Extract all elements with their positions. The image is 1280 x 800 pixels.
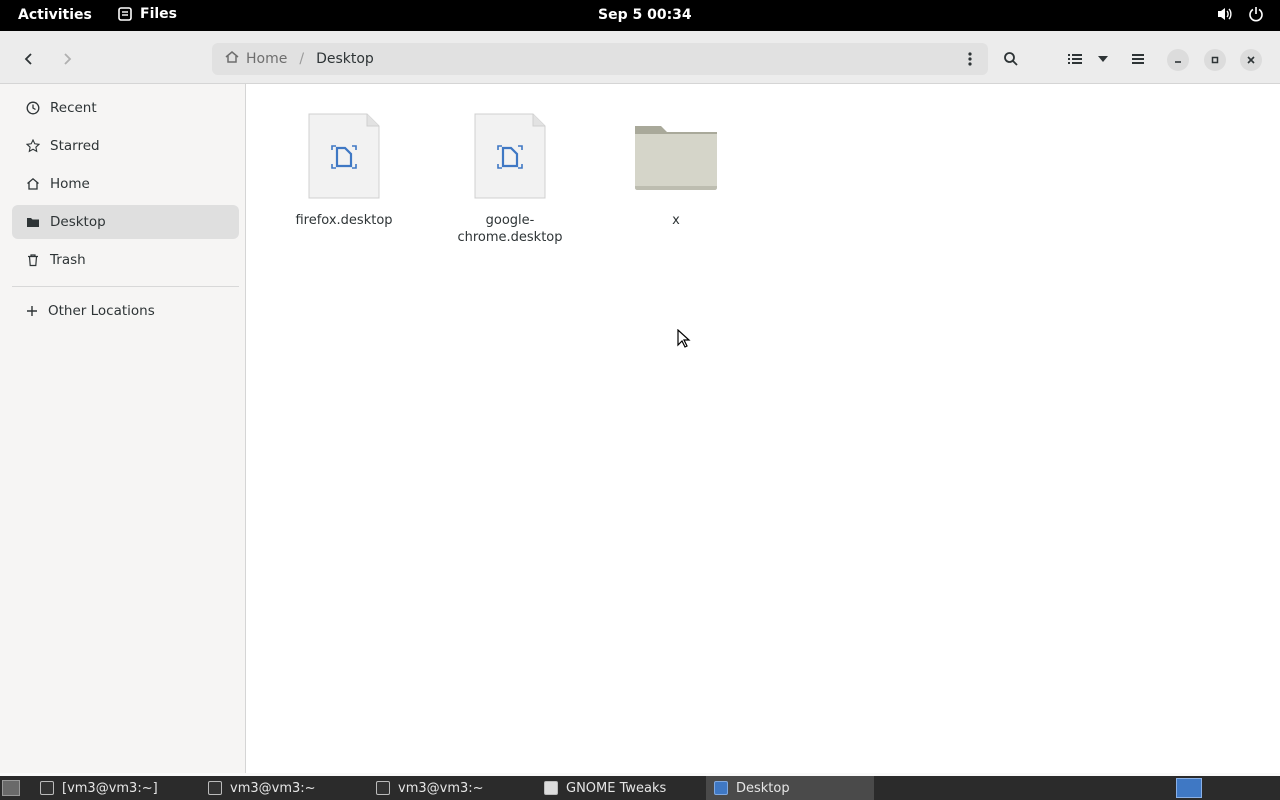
home-icon xyxy=(27,177,39,190)
minimize-button[interactable] xyxy=(1167,49,1189,71)
workspace-indicator[interactable] xyxy=(1176,778,1202,798)
terminal-icon xyxy=(40,781,54,795)
clock[interactable]: Sep 5 00:34 xyxy=(598,7,692,23)
list-view-icon xyxy=(1068,54,1082,64)
sidebar-item-trash[interactable]: Trash xyxy=(12,243,239,277)
path-bar: Home / Desktop xyxy=(212,43,988,75)
search-button[interactable] xyxy=(996,44,1026,74)
sidebar-item-desktop[interactable]: Desktop xyxy=(12,205,239,239)
terminal-icon xyxy=(376,781,390,795)
files-app-icon xyxy=(118,7,132,21)
files-icon xyxy=(714,781,728,795)
sidebar-item-home[interactable]: Home xyxy=(12,167,239,201)
taskbar-item[interactable]: vm3@vm3:~ xyxy=(200,776,360,800)
sidebar-item-label: Desktop xyxy=(50,214,106,230)
file-name: firefox.desktop xyxy=(295,213,393,228)
maximize-button[interactable] xyxy=(1204,49,1226,71)
sidebar-item-recent[interactable]: Recent xyxy=(12,91,239,125)
breadcrumb-desktop[interactable]: Desktop xyxy=(304,43,386,75)
breadcrumb-label: Desktop xyxy=(316,51,374,67)
top-bar: Activities Files Sep 5 00:34 xyxy=(0,0,1280,31)
show-desktop-icon[interactable] xyxy=(2,780,20,796)
sidebar-item-label: Starred xyxy=(50,138,100,154)
search-icon xyxy=(1004,52,1018,66)
desktop-file-icon xyxy=(308,113,380,199)
path-menu-button[interactable] xyxy=(960,49,980,69)
caret-down-icon xyxy=(1098,56,1108,62)
file-item[interactable]: firefox.desktop xyxy=(279,112,409,229)
view-list-button[interactable] xyxy=(1062,44,1088,74)
taskbar-item-active[interactable]: Desktop xyxy=(706,776,874,800)
app-menu[interactable]: Files xyxy=(118,6,177,22)
folder-item[interactable]: x xyxy=(611,112,741,229)
star-icon xyxy=(26,139,40,153)
files-window: Home / Desktop Recent Starred Home Deskt… xyxy=(0,31,1280,773)
taskbar-item-label: Desktop xyxy=(736,780,790,796)
trash-icon xyxy=(28,254,38,267)
sidebar-item-label: Other Locations xyxy=(48,303,155,319)
desktop-file-icon xyxy=(474,113,546,199)
minimize-icon xyxy=(1175,61,1181,63)
home-icon xyxy=(224,50,240,68)
folder-icon xyxy=(635,126,717,190)
file-name: x xyxy=(672,213,680,228)
tweaks-icon xyxy=(544,781,558,795)
sidebar-item-label: Recent xyxy=(50,100,97,116)
close-icon xyxy=(1247,56,1255,64)
hamburger-icon xyxy=(1132,54,1144,64)
taskbar-item[interactable]: vm3@vm3:~ xyxy=(368,776,528,800)
app-menu-label: Files xyxy=(140,6,177,22)
clock-icon xyxy=(26,101,40,115)
sidebar-item-other-locations[interactable]: Other Locations xyxy=(12,294,239,328)
taskbar-item[interactable]: [vm3@vm3:~] xyxy=(32,776,192,800)
forward-button[interactable] xyxy=(52,44,82,74)
power-icon[interactable] xyxy=(1248,6,1264,22)
maximize-icon xyxy=(1211,56,1219,64)
mouse-cursor xyxy=(677,328,691,353)
taskbar: [vm3@vm3:~] vm3@vm3:~ vm3@vm3:~ GNOME Tw… xyxy=(0,776,1280,800)
chevron-left-icon xyxy=(24,53,32,65)
sidebar-divider xyxy=(12,286,239,287)
plus-icon xyxy=(27,306,37,316)
activities-button[interactable]: Activities xyxy=(18,7,92,23)
main-menu-button[interactable] xyxy=(1124,44,1152,74)
breadcrumb-label: Home xyxy=(246,51,288,67)
taskbar-item-label: [vm3@vm3:~] xyxy=(62,780,158,796)
file-item[interactable]: google-chrome.desktop xyxy=(445,112,575,246)
sidebar-item-label: Home xyxy=(50,176,90,192)
breadcrumb-home[interactable]: Home xyxy=(212,43,299,75)
terminal-icon xyxy=(208,781,222,795)
taskbar-item[interactable]: GNOME Tweaks xyxy=(536,776,701,800)
folder-icon xyxy=(27,218,39,227)
taskbar-item-label: vm3@vm3:~ xyxy=(230,780,316,796)
kebab-menu-icon xyxy=(968,52,972,66)
system-tray[interactable] xyxy=(1216,6,1264,22)
sidebar: Recent Starred Home Desktop Trash Other … xyxy=(0,84,246,773)
sidebar-item-starred[interactable]: Starred xyxy=(12,129,239,163)
file-name: google-chrome.desktop xyxy=(457,213,563,245)
close-button[interactable] xyxy=(1240,49,1262,71)
view-options-button[interactable] xyxy=(1090,44,1116,74)
taskbar-item-label: GNOME Tweaks xyxy=(566,780,667,796)
chevron-right-icon xyxy=(64,53,72,65)
volume-icon[interactable] xyxy=(1216,6,1234,22)
back-button[interactable] xyxy=(14,44,44,74)
taskbar-item-label: vm3@vm3:~ xyxy=(398,780,484,796)
sidebar-item-label: Trash xyxy=(50,252,86,268)
header-bar: Home / Desktop xyxy=(0,31,1280,84)
file-view[interactable]: firefox.desktop google-chrome.desktop x xyxy=(247,84,1280,773)
